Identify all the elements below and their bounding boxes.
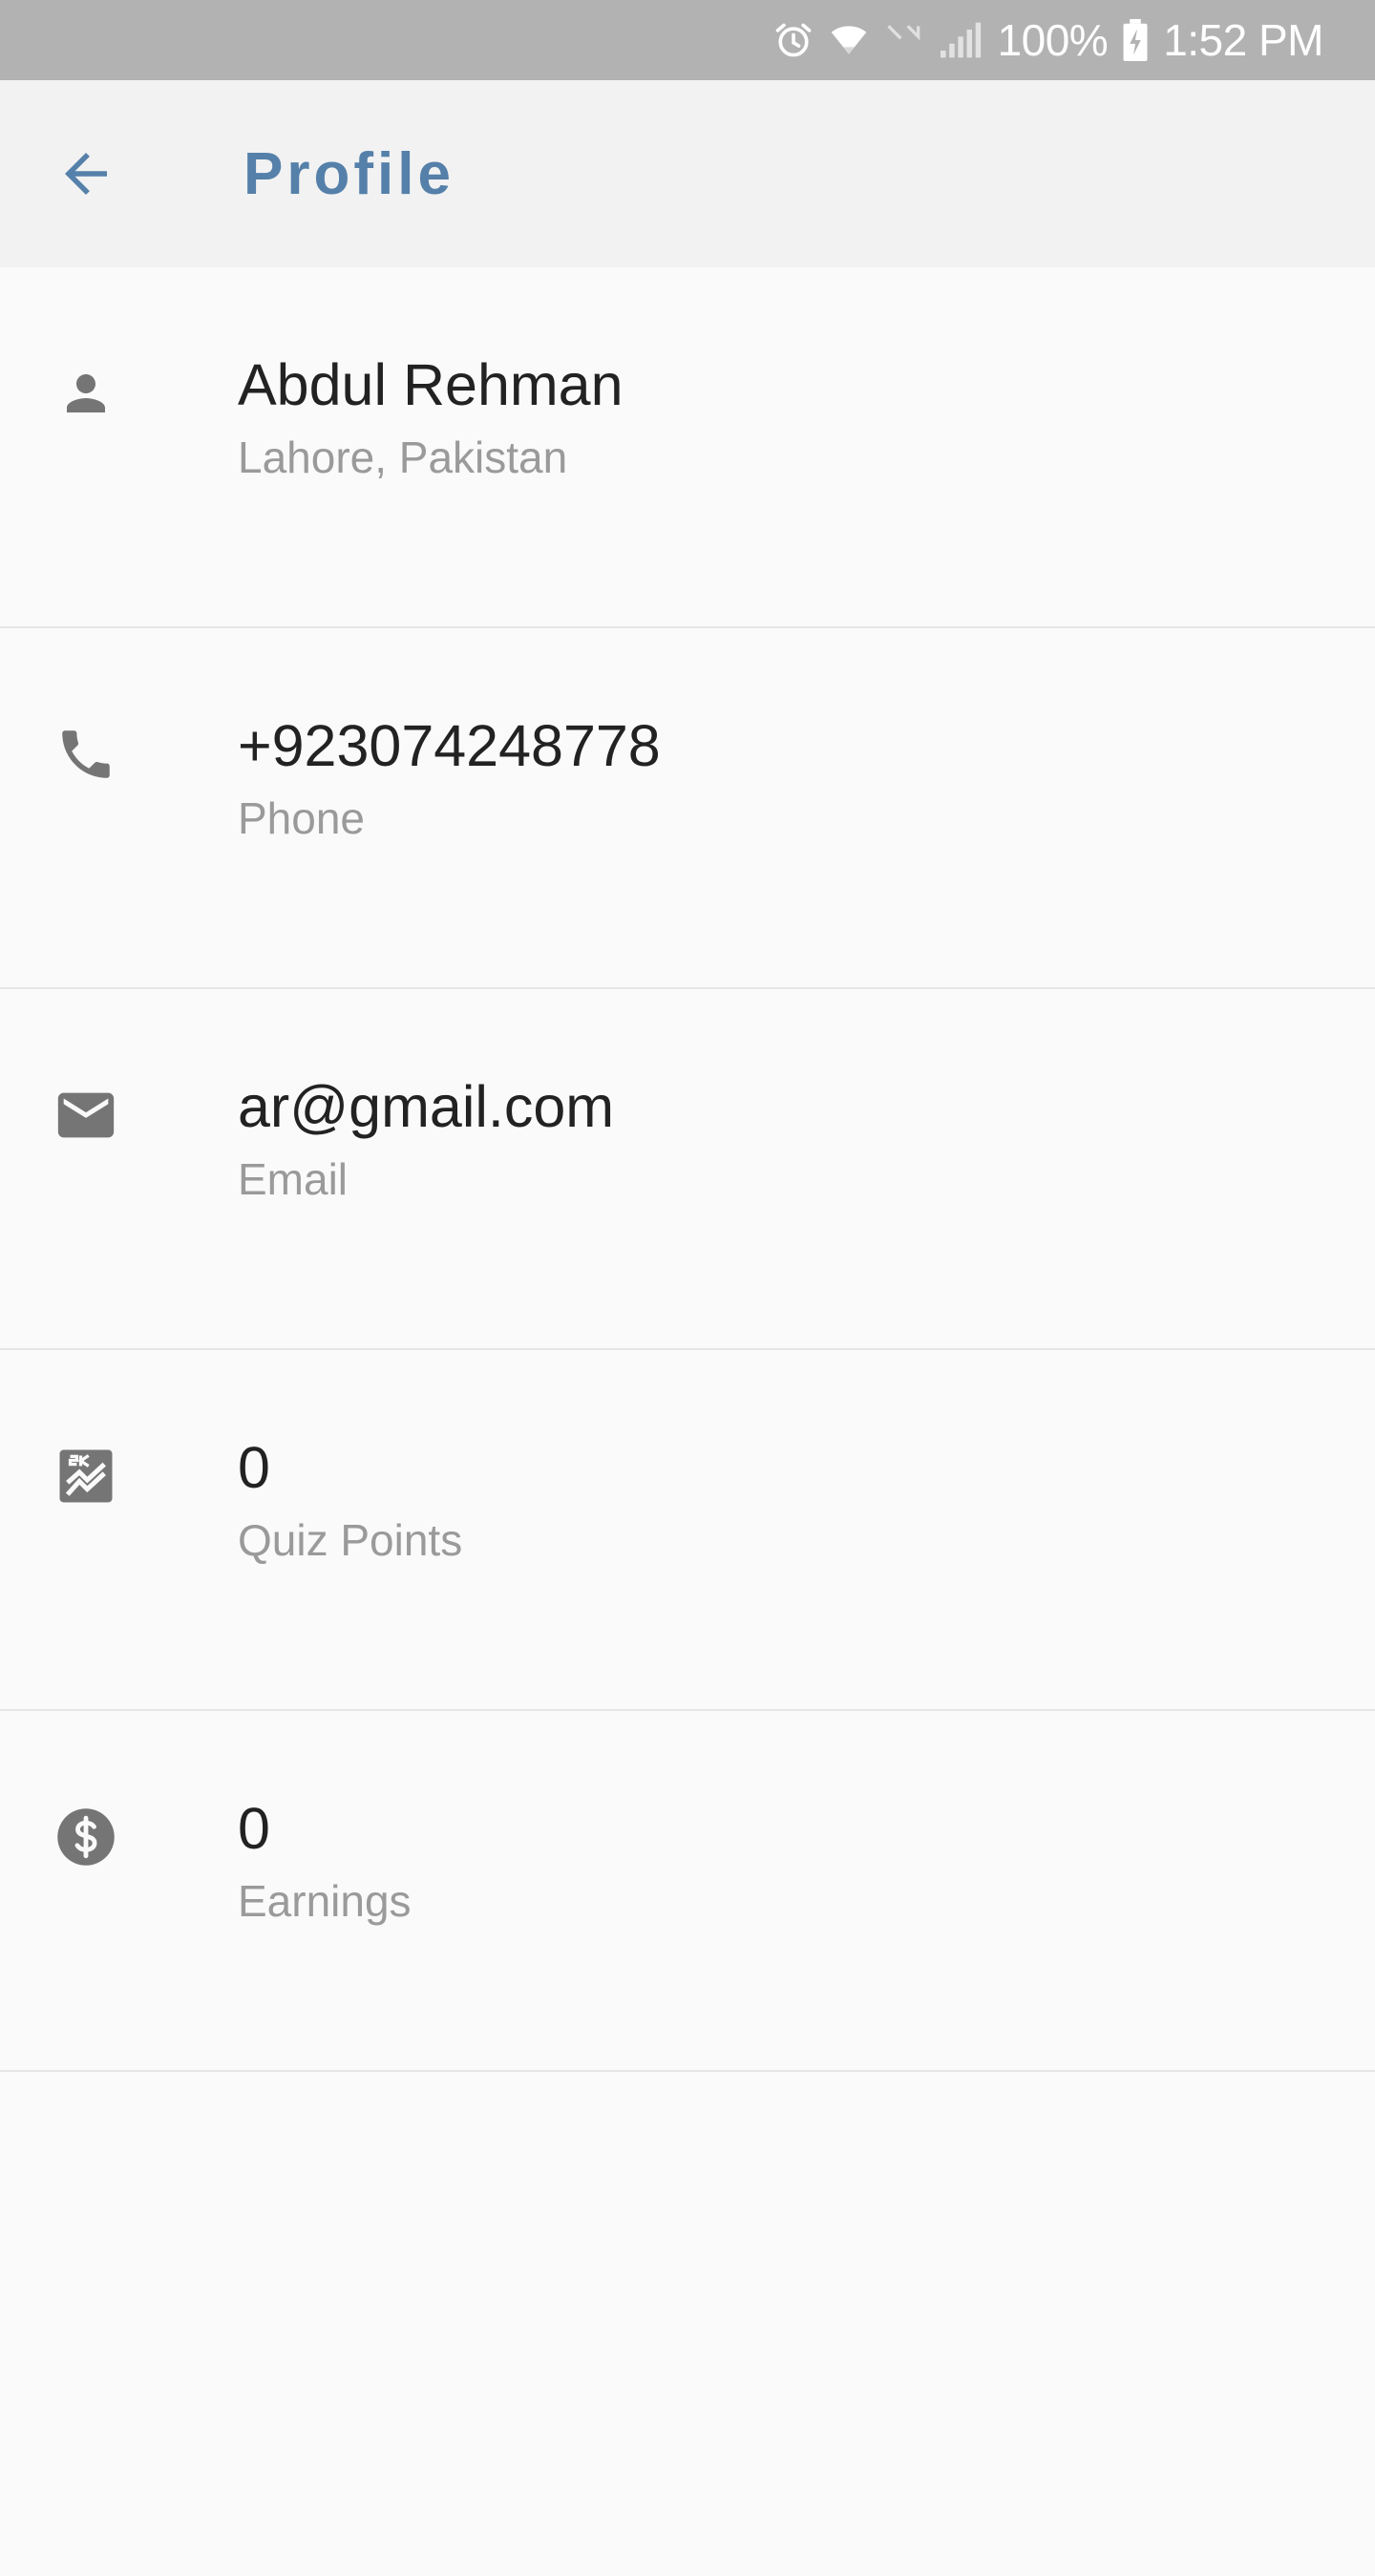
profile-email-row: ar@gmail.com Email bbox=[0, 989, 1375, 1350]
status-bar: 100% 1:52 PM bbox=[0, 0, 1375, 80]
app-bar: Profile bbox=[0, 80, 1375, 267]
signal-icon bbox=[940, 22, 981, 58]
arrow-back-icon bbox=[65, 153, 107, 195]
user-location: Lahore, Pakistan bbox=[238, 433, 568, 482]
status-icons: 100% 1:52 PM bbox=[772, 0, 1323, 80]
phone-label: Phone bbox=[238, 793, 366, 843]
wifi-icon bbox=[831, 26, 866, 54]
phone-icon bbox=[53, 721, 119, 788]
email-icon bbox=[53, 1082, 119, 1149]
clock: 1:52 PM bbox=[1163, 15, 1323, 65]
profile-earnings-row: 0 Earnings bbox=[0, 1711, 1375, 2072]
back-button[interactable] bbox=[38, 126, 134, 222]
profile-points-row: 0 Quiz Points bbox=[0, 1350, 1375, 1711]
earnings-label: Earnings bbox=[238, 1876, 412, 1926]
no-signal-icon bbox=[886, 25, 920, 41]
alarm-icon bbox=[775, 23, 811, 57]
user-name: Abdul Rehman bbox=[238, 352, 624, 417]
battery-charging-icon bbox=[1123, 18, 1148, 62]
quiz-points-value: 0 bbox=[238, 1435, 270, 1500]
battery-percent: 100% bbox=[997, 15, 1109, 65]
profile-list: Abdul Rehman Lahore, Pakistan +923074248… bbox=[0, 267, 1375, 2072]
person-icon bbox=[53, 360, 119, 427]
phone-number: +923074248778 bbox=[238, 713, 661, 778]
earnings-value: 0 bbox=[238, 1796, 270, 1861]
email-label: Email bbox=[238, 1154, 349, 1204]
quiz-points-label: Quiz Points bbox=[238, 1515, 463, 1565]
profile-name-row: Abdul Rehman Lahore, Pakistan bbox=[0, 267, 1375, 628]
email-address: ar@gmail.com bbox=[238, 1074, 615, 1139]
chart-points-icon bbox=[53, 1443, 119, 1510]
page-title: Profile bbox=[243, 140, 455, 207]
dollar-icon bbox=[53, 1804, 119, 1870]
profile-phone-row: +923074248778 Phone bbox=[0, 628, 1375, 989]
